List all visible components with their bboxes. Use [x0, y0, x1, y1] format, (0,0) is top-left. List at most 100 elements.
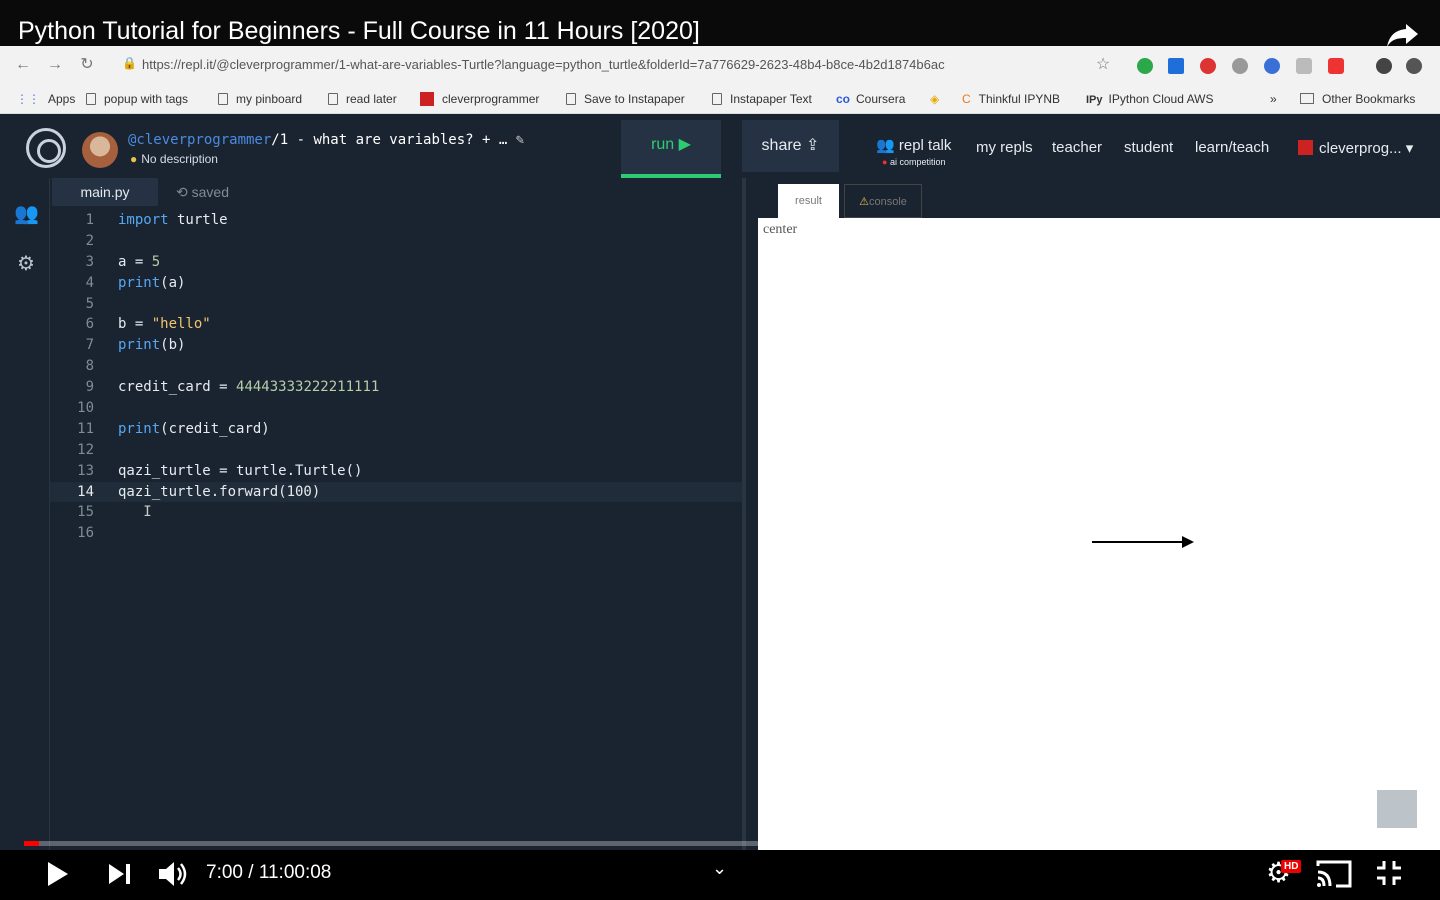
caret-down-icon: ▾ — [1405, 140, 1414, 157]
code-line[interactable]: 12 — [50, 440, 742, 461]
code-line[interactable]: 10 — [50, 398, 742, 419]
back-icon[interactable]: ← — [14, 56, 32, 74]
video-progress-fill — [24, 841, 39, 846]
share-button[interactable]: share ⇪ — [742, 120, 839, 172]
code-line[interactable]: 5 — [50, 294, 742, 315]
run-button[interactable]: run ▶ — [621, 120, 721, 178]
lock-icon: 🔒 — [122, 56, 137, 70]
exit-fullscreen-icon[interactable] — [1376, 860, 1402, 886]
code-line[interactable]: 4 print(a) — [50, 273, 742, 294]
tab-main-py[interactable]: main.py — [52, 178, 158, 206]
forward-icon[interactable]: → — [46, 56, 64, 74]
cleverprogrammer-icon — [420, 92, 434, 106]
extension-icon[interactable] — [1137, 58, 1153, 74]
video-time: 7:00 / 11:00:08 — [206, 862, 332, 883]
code-line[interactable]: 8 — [50, 356, 742, 377]
settings-gear-icon[interactable]: ⚙ — [14, 252, 38, 276]
avatar[interactable] — [82, 132, 118, 168]
repl-talk-sub: ● ai competition — [882, 157, 946, 167]
ipython-icon: IPy — [1086, 94, 1103, 106]
bookmark-item[interactable]: C Thinkful IPYNB — [962, 92, 1060, 106]
video-title-bar: Python Tutorial for Beginners - Full Cou… — [0, 0, 1440, 48]
extension-icon[interactable] — [1264, 58, 1280, 74]
code-lines[interactable]: 1 import turtle 2 3a = 5 4 print(a) 5 6b =… — [50, 210, 742, 544]
extension-icon[interactable] — [1232, 58, 1248, 74]
thinkful-icon: C — [962, 92, 971, 106]
play-icon[interactable] — [46, 861, 70, 887]
repl-name[interactable]: @cleverprogrammer/1 - what are variables… — [128, 132, 524, 148]
code-line[interactable]: 2 — [50, 231, 742, 252]
nav-student[interactable]: student — [1124, 139, 1173, 156]
code-line[interactable]: 11 print(credit_card) — [50, 419, 742, 440]
turtle-arrow-icon — [1182, 536, 1194, 548]
code-line[interactable]: 6b = "hello" — [50, 314, 742, 335]
extension-icon[interactable] — [1168, 58, 1184, 74]
pencil-icon[interactable]: ✎ — [516, 132, 524, 148]
share-icon[interactable] — [1386, 22, 1420, 48]
page-icon — [86, 93, 96, 105]
user-menu[interactable]: cleverprog... ▾ — [1298, 139, 1413, 157]
coursera-icon: co — [836, 92, 851, 106]
repl-description[interactable]: ● No description — [130, 152, 218, 166]
page-icon — [566, 93, 576, 105]
share-out-icon: ⇪ — [806, 137, 820, 154]
reload-icon[interactable]: ↻ — [78, 56, 96, 74]
bookmark-item[interactable]: Instapaper Text — [712, 92, 812, 106]
bookmark-item[interactable]: read later — [328, 92, 397, 106]
tab-result[interactable]: result — [778, 184, 839, 218]
repl-logo-icon[interactable] — [26, 128, 66, 168]
bookmark-item[interactable]: co Coursera — [836, 92, 905, 106]
bookmark-item[interactable]: cleverprogrammer — [420, 92, 539, 106]
dot-icon: ● — [882, 157, 888, 167]
bookmark-item[interactable]: Save to Instapaper — [566, 92, 685, 106]
bookmark-item[interactable]: IPy IPython Cloud AWS — [1086, 92, 1213, 106]
creator-thumbnail[interactable] — [1377, 790, 1417, 828]
bookmark-star-icon[interactable]: ☆ — [1094, 56, 1112, 74]
history-icon: ⟲ — [176, 184, 188, 200]
repl-talk-link[interactable]: 👥 repl talk — [876, 136, 951, 154]
chevron-down-icon[interactable]: ⌄ — [712, 858, 727, 879]
code-line[interactable]: 7 print(b) — [50, 335, 742, 356]
bookmark-item[interactable]: ◈ — [930, 92, 949, 106]
address-bar[interactable]: 🔒 https://repl.it/@cleverprogrammer/1-wh… — [112, 52, 1122, 78]
text-cursor-icon: I — [143, 504, 152, 521]
nav-learn-teach[interactable]: learn/teach — [1195, 139, 1269, 156]
nav-my-repls[interactable]: my repls — [976, 139, 1033, 156]
bookmarks-bar: ⋮⋮ Apps popup with tags my pinboard read … — [0, 84, 1440, 114]
code-line[interactable]: 15 I — [50, 502, 742, 523]
code-line[interactable]: 3a = 5 — [50, 252, 742, 273]
page-icon — [712, 93, 722, 105]
multiplayer-icon[interactable]: 👥 — [14, 202, 39, 226]
profile-icon[interactable] — [1376, 58, 1392, 74]
repl-header: @cleverprogrammer/1 - what are variables… — [0, 114, 1440, 178]
user-logo-icon — [1298, 140, 1313, 155]
page-icon — [328, 93, 338, 105]
code-line[interactable]: 16 — [50, 523, 742, 544]
turtle-path — [1092, 541, 1184, 543]
code-line-active[interactable]: 14 qazi_turtle.forward(100) — [50, 481, 742, 503]
volume-icon[interactable] — [158, 860, 188, 888]
bookmarks-overflow[interactable]: » — [1270, 92, 1277, 106]
extension-icon[interactable] — [1328, 58, 1344, 74]
video-progress-track[interactable] — [24, 841, 1416, 846]
people-icon: 👥 — [876, 137, 895, 154]
tab-console[interactable]: ⚠console — [844, 184, 922, 218]
bookmark-item[interactable]: my pinboard — [218, 92, 302, 106]
next-icon[interactable] — [108, 863, 132, 885]
diamond-icon: ◈ — [930, 92, 940, 106]
url-text: https://repl.it/@cleverprogrammer/1-what… — [142, 57, 945, 72]
extension-icon[interactable] — [1296, 58, 1312, 74]
other-bookmarks[interactable]: Other Bookmarks — [1300, 92, 1415, 106]
turtle-canvas[interactable]: center — [758, 218, 1440, 854]
editor-tab-bar: main.py ⟲ saved — [50, 178, 742, 206]
code-line[interactable]: 1 import turtle — [50, 210, 742, 231]
code-line[interactable]: 9 credit_card = 44443333222211111 — [50, 377, 742, 398]
bookmark-apps[interactable]: ⋮⋮ Apps — [16, 92, 75, 106]
code-line[interactable]: 13 qazi_turtle = turtle.Turtle() — [50, 461, 742, 482]
extension-icon[interactable] — [1200, 58, 1216, 74]
bookmark-item[interactable]: popup with tags — [86, 92, 188, 106]
menu-icon[interactable] — [1406, 58, 1422, 74]
code-editor[interactable]: main.py ⟲ saved 1 import turtle 2 3a = 5 … — [50, 178, 742, 854]
cast-icon[interactable] — [1316, 860, 1352, 888]
nav-teacher[interactable]: teacher — [1052, 139, 1102, 156]
